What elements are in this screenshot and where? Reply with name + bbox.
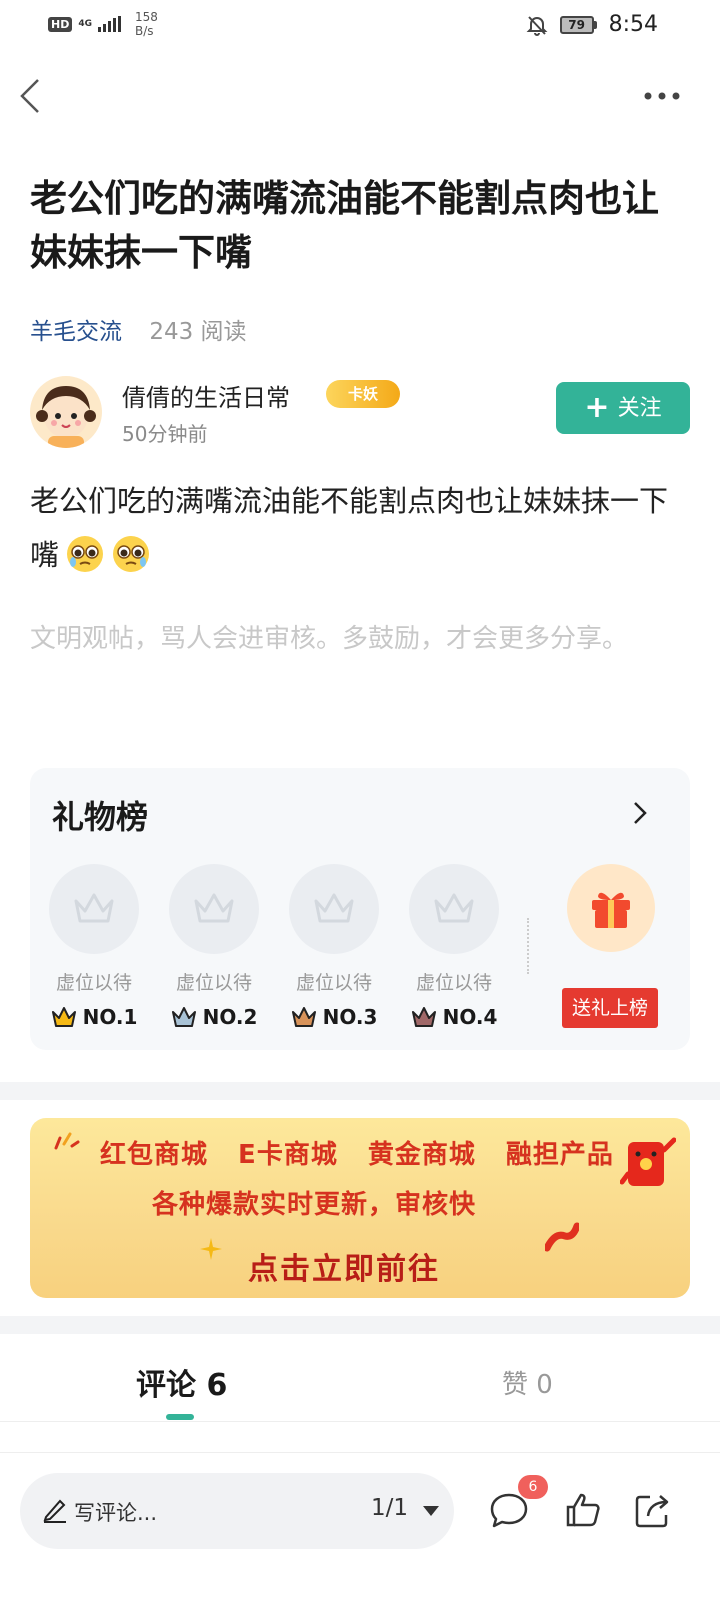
gift-slot-1: 虚位以待 NO.1: [49, 864, 139, 1029]
banner-line-3: 点击立即前往: [248, 1252, 440, 1287]
crown-outline-icon: [434, 893, 474, 923]
caret-down-icon[interactable]: [422, 1505, 440, 1517]
rank-row: NO.3: [289, 1005, 379, 1029]
battery-icon: 79: [559, 15, 597, 34]
rank-row: NO.1: [49, 1005, 139, 1029]
tab-comments[interactable]: 评论 6: [136, 1360, 227, 1404]
category-link[interactable]: 羊毛交流: [30, 319, 122, 345]
read-count: 243 阅读: [149, 319, 247, 345]
slot-label: 虚位以待: [55, 972, 132, 994]
send-gift-button[interactable]: 送礼上榜: [562, 988, 658, 1028]
dotted-divider: [527, 918, 529, 974]
banner-line-2: 各种爆款实时更新，审核快: [152, 1190, 477, 1220]
banner-line-1: 红包商城 E卡商城 黄金商城 融担产品: [100, 1140, 614, 1170]
bottom-action-bar: 写评论... 1/1 6: [0, 1452, 720, 1600]
comment-count-badge: 6: [518, 1475, 548, 1499]
gift-board-title: 礼物榜: [52, 798, 149, 836]
gift-slot-4: 虚位以待 NO.4: [409, 864, 499, 1029]
pleading-face-emoji-icon: [113, 536, 150, 572]
status-bar: HD 4G 158 B/s 79 8:54: [0, 0, 720, 50]
pleading-face-emoji-icon: [67, 536, 104, 572]
chevron-right-icon[interactable]: [630, 798, 650, 828]
author-name[interactable]: 倩倩的生活日常: [122, 378, 290, 413]
crown-gold-icon: [51, 1007, 76, 1027]
red-envelope-mascot-icon: [620, 1137, 676, 1186]
promo-banner[interactable]: 红包商城 E卡商城 黄金商城 融担产品 各种爆款实时更新，审核快 点击立即前往: [30, 1118, 690, 1298]
network-speed: 158 B/s: [135, 10, 158, 38]
chevron-left-icon[interactable]: [14, 76, 50, 116]
crown-bronze-icon: [291, 1007, 316, 1027]
post-meta: 羊毛交流 243 阅读: [30, 312, 247, 346]
page-indicator[interactable]: 1/1: [371, 1495, 408, 1521]
crown-outline-icon: [194, 893, 234, 923]
gift-box-icon: [592, 892, 630, 928]
post-title: 老公们吃的满嘴流油能不能割点肉也让妹妹抹一下嘴: [30, 177, 659, 274]
signal-icon: [98, 16, 121, 32]
gift-slot-3: 虚位以待 NO.3: [289, 864, 379, 1029]
section-divider: [0, 1082, 720, 1100]
comment-like-tabs: 评论 6 赞 0: [0, 1334, 720, 1422]
thumbs-up-icon[interactable]: [562, 1489, 604, 1531]
rank-row: NO.2: [169, 1005, 259, 1029]
network-type: 4G: [78, 18, 92, 29]
clock: 8:54: [608, 12, 658, 37]
comment-input[interactable]: 写评论... 1/1: [20, 1473, 454, 1549]
bell-off-icon: [526, 15, 548, 36]
author-row: 倩倩的生活日常 卡妖 50分钟前 + 关注: [30, 376, 690, 456]
rank-row: NO.4: [409, 1005, 499, 1029]
share-icon[interactable]: [632, 1489, 674, 1531]
sparkle-star-icon: [200, 1238, 222, 1260]
gift-box-button[interactable]: [567, 864, 655, 952]
comment-placeholder: 写评论...: [74, 1501, 158, 1525]
top-nav: [0, 62, 720, 130]
battery-level: 79: [559, 15, 594, 34]
post-content: 老公们吃的满嘴流油能不能割点肉也让妹妹抹一下嘴: [30, 474, 690, 582]
status-left: HD 4G 158 B/s: [48, 10, 158, 38]
community-notice: 文明观帖，骂人会进审核。多鼓励，才会更多分享。: [30, 624, 629, 654]
ribbon-icon: [545, 1222, 579, 1252]
pen-icon: [43, 1499, 66, 1523]
rank-label: NO.2: [202, 1005, 258, 1029]
gift-board[interactable]: 礼物榜 虚位以待 NO.1 虚位以待 NO.2 虚位以待 NO.3 虚位以待 N…: [30, 768, 690, 1050]
sparkle-lines-icon: [54, 1132, 80, 1150]
empty-slot-avatar: [49, 864, 139, 954]
avatar[interactable]: [30, 376, 102, 448]
rank-label: NO.3: [322, 1005, 378, 1029]
follow-label: 关注: [617, 396, 662, 421]
crown-dark-icon: [411, 1007, 436, 1027]
slot-label: 虚位以待: [415, 972, 492, 994]
empty-slot-avatar: [169, 864, 259, 954]
empty-slot-avatar: [409, 864, 499, 954]
follow-button[interactable]: + 关注: [556, 382, 690, 434]
rank-label: NO.1: [82, 1005, 138, 1029]
crown-outline-icon: [314, 893, 354, 923]
rank-label: NO.4: [442, 1005, 498, 1029]
speed-unit: B/s: [135, 24, 154, 38]
section-divider: [0, 1316, 720, 1334]
crown-outline-icon: [74, 893, 114, 923]
crown-silver-icon: [171, 1007, 196, 1027]
user-level-badge: 卡妖: [326, 380, 400, 408]
slot-label: 虚位以待: [175, 972, 252, 994]
tab-likes[interactable]: 赞 0: [502, 1364, 553, 1401]
post-time: 50分钟前: [122, 422, 208, 446]
speed-value: 158: [135, 10, 158, 24]
status-right: 79 8:54: [526, 12, 658, 37]
active-tab-indicator: [166, 1414, 194, 1420]
gift-slot-2: 虚位以待 NO.2: [169, 864, 259, 1029]
more-horizontal-icon[interactable]: [642, 90, 682, 102]
empty-slot-avatar: [289, 864, 379, 954]
slot-label: 虚位以待: [295, 972, 372, 994]
plus-icon: +: [584, 390, 610, 425]
hd-badge: HD: [48, 16, 73, 32]
